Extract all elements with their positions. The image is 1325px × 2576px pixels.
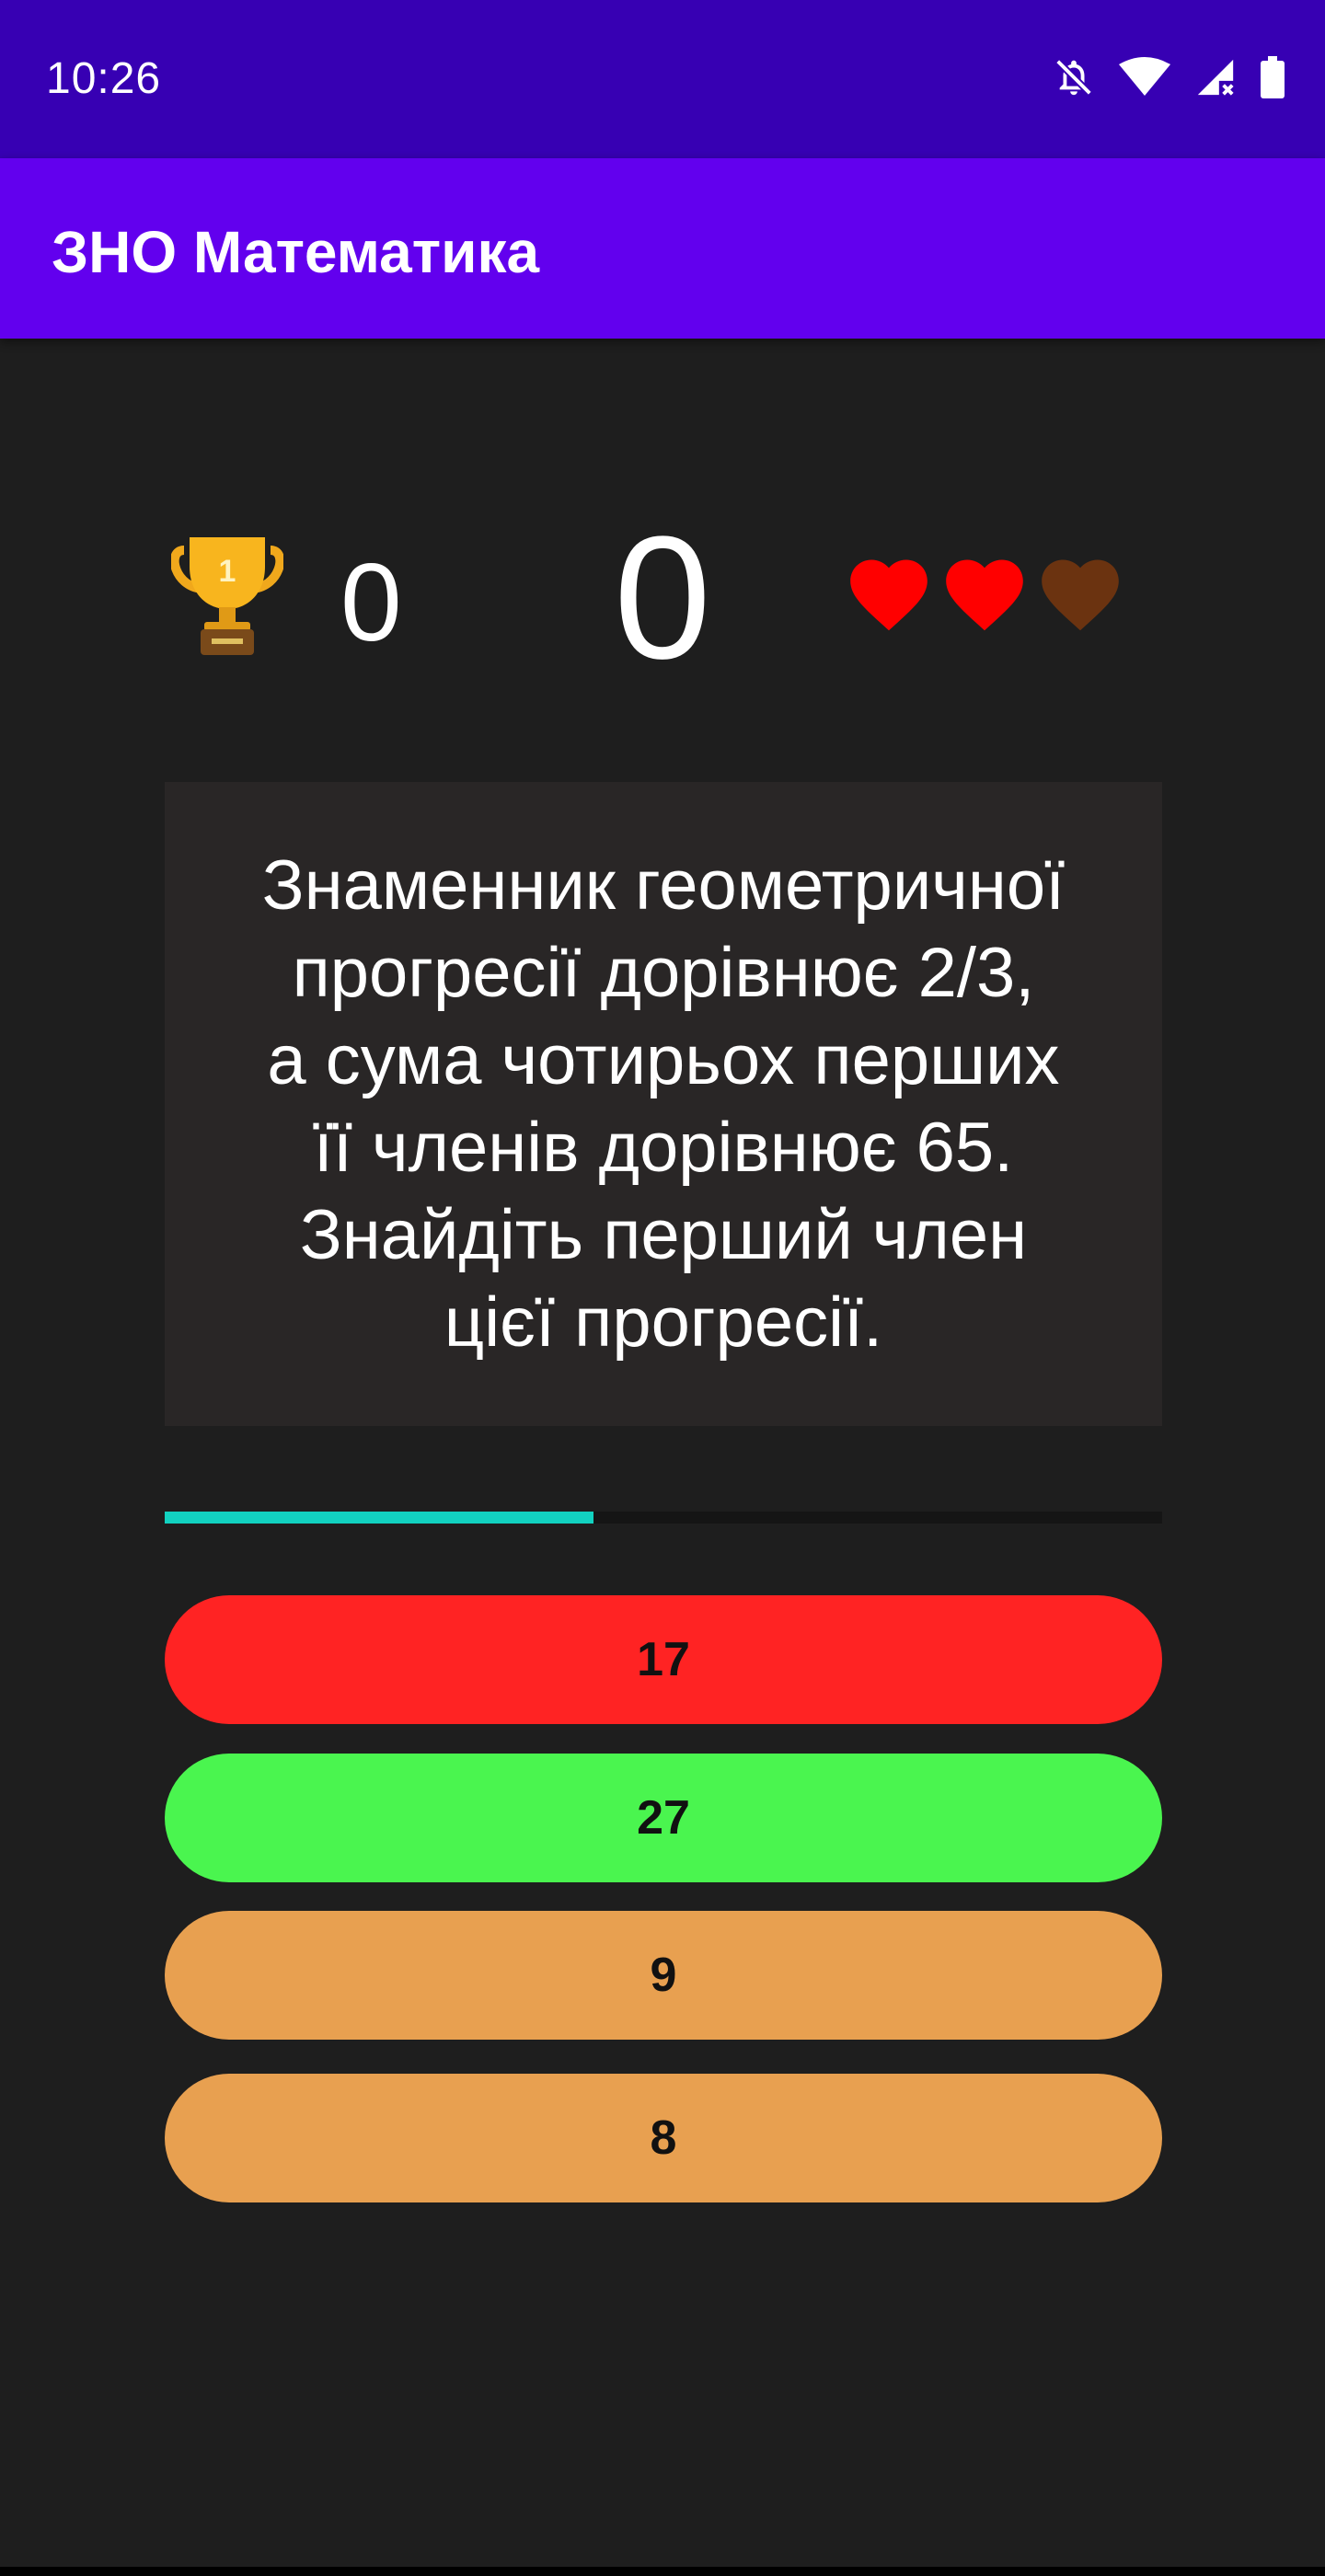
notifications-off-icon — [1053, 55, 1095, 99]
answer-button-1[interactable]: 17 — [165, 1595, 1162, 1724]
status-time: 10:26 — [46, 54, 162, 103]
status-bar: 10:26 — [0, 0, 1325, 158]
status-icons — [1053, 53, 1285, 101]
question-text: Знаменник геометричної прогресії дорівню… — [261, 846, 1066, 1362]
app-title: ЗНО Математика — [52, 219, 540, 285]
heart-full-icon — [946, 559, 1023, 631]
score-row: 1 0 0 — [0, 511, 1325, 685]
battery-icon — [1261, 56, 1285, 98]
answer-button-4[interactable]: 8 — [165, 2074, 1162, 2202]
progress-fill — [165, 1512, 594, 1524]
lives — [842, 548, 1127, 633]
answer-button-2[interactable]: 27 — [165, 1754, 1162, 1882]
question-card: Знаменник геометричної прогресії дорівню… — [165, 782, 1162, 1426]
wifi-icon — [1119, 57, 1170, 98]
app-bar: ЗНО Математика — [0, 158, 1325, 339]
progress-bar — [165, 1512, 1162, 1524]
answer-button-3[interactable]: 9 — [165, 1911, 1162, 2040]
cellular-no-signal-icon — [1194, 56, 1237, 98]
heart-empty-icon — [1042, 559, 1119, 631]
bottom-edge — [0, 2567, 1325, 2576]
heart-full-icon — [850, 559, 928, 631]
